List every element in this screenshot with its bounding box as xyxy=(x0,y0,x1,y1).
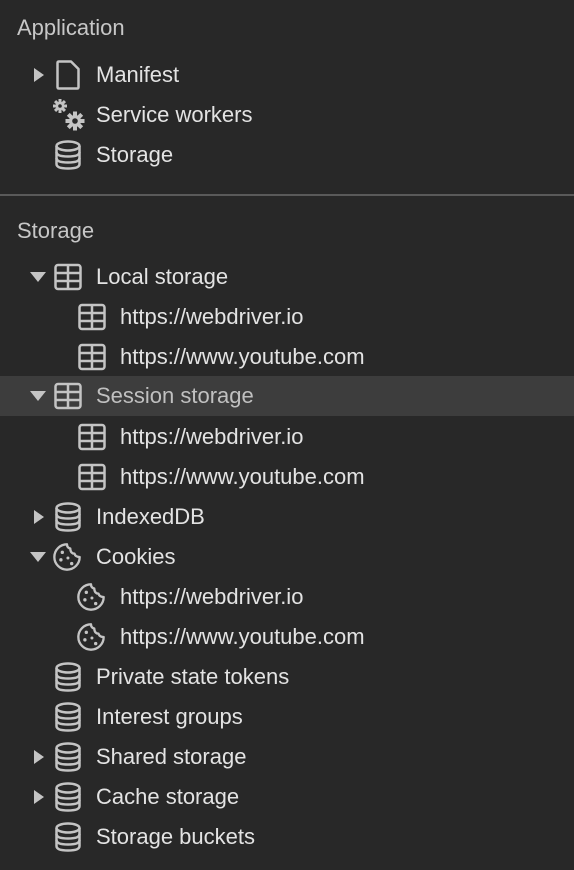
tree-item-label: https://www.youtube.com xyxy=(120,344,365,369)
cookie-icon xyxy=(76,582,106,612)
tree-item-session-storage-youtube[interactable]: https://www.youtube.com xyxy=(0,457,574,497)
tree-item-label: Service workers xyxy=(96,102,253,127)
tree-item-label: https://webdriver.io xyxy=(120,304,304,329)
database-icon xyxy=(53,702,83,732)
tree-item-label: Storage xyxy=(96,142,174,167)
tree-item-shared-storage[interactable]: Shared storage xyxy=(0,737,574,777)
tree-item-local-storage-webdriver[interactable]: https://webdriver.io xyxy=(0,297,574,337)
tree-item-label: https://webdriver.io xyxy=(120,424,304,449)
expand-arrow-right-icon[interactable] xyxy=(31,789,47,805)
database-icon xyxy=(53,822,83,852)
tree-item-service-workers[interactable]: Service workers xyxy=(0,95,574,135)
database-icon xyxy=(53,742,83,772)
database-icon xyxy=(53,662,83,692)
tree-item-interest-groups[interactable]: Interest groups xyxy=(0,697,574,737)
tree-item-indexeddb[interactable]: IndexedDB xyxy=(0,497,574,537)
tree-item-label: https://webdriver.io xyxy=(120,584,304,609)
expand-arrow-right-icon[interactable] xyxy=(31,749,47,765)
tree-item-label: IndexedDB xyxy=(96,504,205,529)
tree-item-label: https://www.youtube.com xyxy=(120,624,365,649)
tree-item-storage-overview[interactable]: Storage xyxy=(0,135,574,175)
tree-item-label: Session storage xyxy=(96,383,254,408)
tree-item-label: Cookies xyxy=(96,544,176,569)
tree-item-cookies-webdriver[interactable]: https://webdriver.io xyxy=(0,577,574,617)
expand-arrow-right-icon[interactable] xyxy=(31,509,47,525)
tree-item-label: Cache storage xyxy=(96,784,240,809)
tree-item-session-storage[interactable]: Session storage xyxy=(0,376,574,416)
expand-arrow-right-icon[interactable] xyxy=(31,67,47,83)
tree-item-label: Storage buckets xyxy=(96,824,255,849)
tree-item-label: Local storage xyxy=(96,264,229,289)
table-icon xyxy=(77,462,107,492)
tree-item-cookies-youtube[interactable]: https://www.youtube.com xyxy=(0,617,574,657)
expand-arrow-down-icon[interactable] xyxy=(30,269,46,285)
tree-item-cookies[interactable]: Cookies xyxy=(0,537,574,577)
table-icon xyxy=(77,342,107,372)
tree-item-private-state-tokens[interactable]: Private state tokens xyxy=(0,657,574,697)
file-icon xyxy=(53,60,83,90)
database-icon xyxy=(53,782,83,812)
table-icon xyxy=(77,422,107,452)
cookie-icon xyxy=(52,542,82,572)
section-divider xyxy=(0,194,574,196)
tree-item-local-storage-youtube[interactable]: https://www.youtube.com xyxy=(0,337,574,377)
cookie-icon xyxy=(76,622,106,652)
tree-item-storage-buckets[interactable]: Storage buckets xyxy=(0,817,574,857)
tree-item-label: Private state tokens xyxy=(96,664,290,689)
tree-item-label: Shared storage xyxy=(96,744,247,769)
tree-item-label: Manifest xyxy=(96,62,180,87)
section-title-application: Application xyxy=(17,15,125,40)
tree-item-cache-storage[interactable]: Cache storage xyxy=(0,777,574,817)
expand-arrow-down-icon[interactable] xyxy=(30,549,46,565)
gears-icon xyxy=(51,98,87,132)
tree-item-label: https://www.youtube.com xyxy=(120,464,365,489)
expand-arrow-down-icon[interactable] xyxy=(30,388,46,404)
table-icon xyxy=(77,302,107,332)
tree-item-manifest[interactable]: Manifest xyxy=(0,55,574,95)
database-icon xyxy=(53,502,83,532)
table-icon xyxy=(53,381,83,411)
tree-item-session-storage-webdriver[interactable]: https://webdriver.io xyxy=(0,417,574,457)
table-icon xyxy=(53,262,83,292)
database-icon xyxy=(53,140,83,170)
section-title-storage: Storage xyxy=(17,218,95,243)
tree-item-local-storage[interactable]: Local storage xyxy=(0,257,574,297)
tree-item-label: Interest groups xyxy=(96,704,243,729)
